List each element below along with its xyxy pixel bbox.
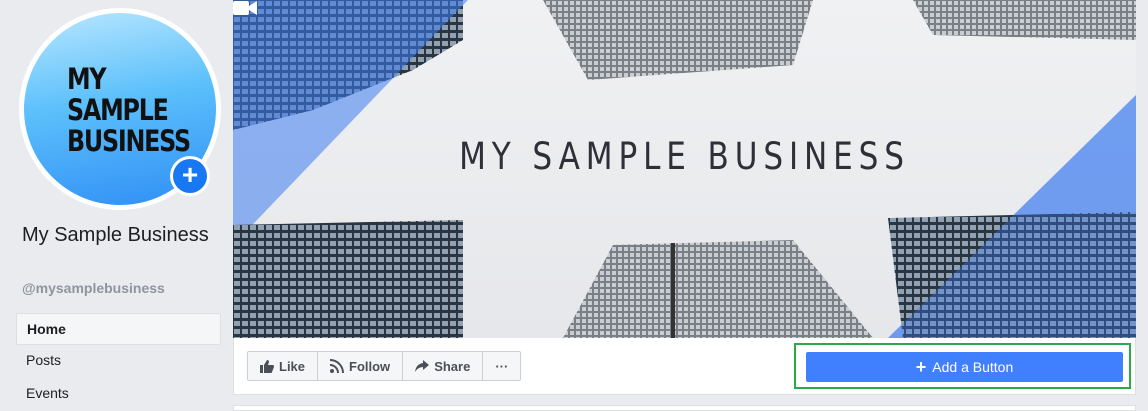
avatar-line-1: MY: [67, 62, 107, 96]
cover-photo[interactable]: MY SAMPLE BUSINESS: [233, 0, 1136, 338]
follow-button[interactable]: Follow: [318, 352, 404, 380]
update-profile-picture-button[interactable]: +: [170, 156, 210, 196]
like-button[interactable]: Like: [248, 352, 319, 380]
more-options-button[interactable]: ···: [483, 352, 520, 380]
share-button[interactable]: Share: [403, 352, 484, 380]
content-card-edge: [233, 405, 1136, 411]
share-label: Share: [434, 358, 471, 374]
page-nav: Home Posts Events: [16, 313, 221, 411]
share-arrow-icon: [415, 360, 430, 372]
page-username[interactable]: @mysamplebusiness: [22, 280, 165, 296]
more-options-icon: ···: [495, 358, 509, 374]
avatar-line-2: SAMPLE: [67, 93, 169, 127]
profile-picture-text: MY SAMPLE BUSINESS: [67, 62, 191, 158]
cover-title-text: MY SAMPLE BUSINESS: [459, 135, 910, 178]
plus-icon: +: [915, 357, 927, 377]
follow-label: Follow: [349, 358, 391, 374]
action-button-group: Like Follow Share ···: [247, 351, 522, 381]
avatar-line-3: BUSINESS: [67, 124, 191, 158]
rss-icon: [330, 359, 345, 373]
nav-item-posts[interactable]: Posts: [16, 345, 221, 378]
plus-icon: +: [173, 159, 207, 193]
thumbs-up-icon: [260, 359, 274, 373]
page-action-bar: Like Follow Share ··· + Add a Button: [233, 338, 1136, 395]
highlight-frame: + Add a Button: [794, 343, 1131, 389]
nav-item-home[interactable]: Home: [16, 313, 221, 345]
add-a-button-label: Add a Button: [932, 359, 1014, 375]
add-a-button-button[interactable]: + Add a Button: [806, 352, 1123, 382]
nav-item-events[interactable]: Events: [16, 378, 221, 411]
page-title[interactable]: My Sample Business: [22, 222, 212, 249]
left-column: MY SAMPLE BUSINESS + My Sample Business …: [0, 0, 232, 411]
like-label: Like: [279, 358, 306, 374]
video-camera-icon[interactable]: [233, 0, 257, 16]
